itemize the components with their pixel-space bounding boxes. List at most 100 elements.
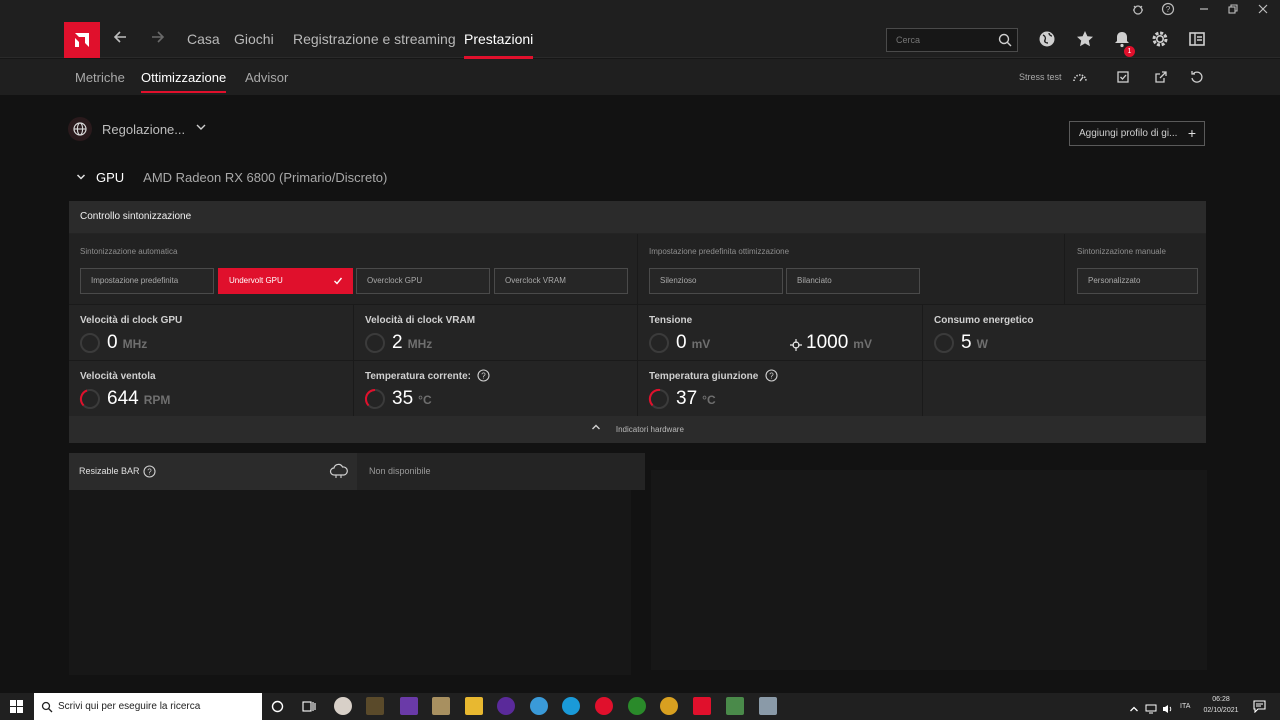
option-quiet[interactable]: Silenzioso [649, 268, 783, 294]
back-arrow-icon[interactable] [109, 28, 131, 50]
xbox-icon[interactable] [628, 697, 646, 715]
search-icon[interactable] [997, 32, 1013, 48]
volume-icon[interactable] [1162, 701, 1174, 719]
metric-unit: mV [853, 337, 872, 351]
option-custom[interactable]: Personalizzato [1077, 268, 1198, 294]
search-input[interactable] [887, 29, 987, 51]
option-overclock-vram[interactable]: Overclock VRAM [494, 268, 628, 294]
settings-gear-icon[interactable] [1150, 29, 1172, 51]
taskbar-search-placeholder: Scrivi qui per eseguire la ricerca [58, 701, 201, 712]
search-box [886, 28, 1018, 52]
chrome-browser-icon[interactable] [660, 697, 678, 715]
app-icon[interactable] [497, 697, 515, 715]
export-icon[interactable] [1153, 69, 1169, 85]
top-navigation: Casa Giochi Registrazione e streaming Pr… [0, 20, 1280, 59]
keyboard-language[interactable]: ITA [1180, 703, 1190, 710]
bug-report-icon[interactable] [1130, 2, 1146, 18]
checkmark-icon [333, 269, 343, 296]
app-icon[interactable] [432, 697, 450, 715]
app-icon[interactable] [759, 697, 777, 715]
gpu-label: GPU [96, 170, 125, 185]
network-icon[interactable] [1145, 701, 1157, 719]
windows-start-icon[interactable] [10, 700, 23, 718]
clock-date[interactable]: 02/10/2021 [1200, 707, 1242, 714]
nav-performance[interactable]: Prestazioni [464, 31, 534, 59]
sub-navigation: Metriche Ottimizzazione Advisor Stress t… [0, 59, 1280, 95]
panel-title: Controllo sintonizzazione [69, 201, 1206, 233]
metric-unit: MHz [407, 337, 433, 351]
section-title: Impostazione predefinita ottimizzazione [649, 247, 790, 256]
help-icon[interactable]: ? [1160, 2, 1176, 18]
metric-current-temperature: Temperatura corrente: ? 35 °C [354, 360, 637, 415]
gauge-icon [365, 333, 385, 353]
section-title: Sintonizzazione manuale [1077, 247, 1166, 256]
option-default[interactable]: Impostazione predefinita [80, 268, 214, 294]
amd-software-icon[interactable] [693, 697, 711, 715]
restore-icon[interactable] [1225, 2, 1241, 18]
action-center-icon[interactable] [1253, 700, 1266, 718]
task-view-icon[interactable] [302, 700, 316, 718]
windows-taskbar: Scrivi qui per eseguire la ricerca ITA 0… [0, 693, 1280, 720]
tab-metrics[interactable]: Metriche [75, 70, 125, 85]
option-undervolt-gpu[interactable]: Undervolt GPU [218, 268, 353, 294]
search-icon [41, 701, 53, 713]
gpu-header[interactable]: GPU AMD Radeon RX 6800 (Primario/Discret… [76, 170, 387, 185]
tab-advisor[interactable]: Advisor [245, 70, 288, 85]
edge-browser-icon[interactable] [562, 697, 580, 715]
minimize-icon[interactable] [1196, 2, 1212, 18]
svg-text:?: ? [769, 371, 774, 380]
app-icon[interactable] [400, 697, 418, 715]
app-icon[interactable] [726, 697, 744, 715]
option-balanced[interactable]: Bilanciato [786, 268, 920, 294]
stress-test-label[interactable]: Stress test [1019, 72, 1062, 82]
voltage-target-value: 1000 [806, 332, 849, 353]
help-icon[interactable]: ? [765, 369, 778, 382]
option-overclock-gpu[interactable]: Overclock GPU [356, 268, 490, 294]
cortana-icon[interactable] [271, 700, 284, 718]
forward-arrow-icon[interactable] [147, 28, 169, 50]
metric-value: 644 [107, 388, 139, 409]
close-icon[interactable] [1255, 2, 1271, 18]
amd-logo-icon[interactable] [64, 22, 100, 58]
chevron-down-icon[interactable] [76, 171, 86, 185]
hardware-indicators-toggle[interactable]: Indicatori hardware [69, 416, 1206, 443]
reset-icon[interactable] [1189, 69, 1205, 85]
opera-browser-icon[interactable] [595, 697, 613, 715]
resizable-bar-value: Non disponibile [369, 466, 431, 476]
auto-tuning-section: Sintonizzazione automatica Impostazione … [69, 234, 637, 304]
nav-recording-streaming[interactable]: Registrazione e streaming [293, 31, 456, 47]
taskbar-search-box[interactable]: Scrivi qui per eseguire la ricerca [34, 693, 262, 720]
title-bar: ? [0, 0, 1280, 20]
app-icon[interactable] [530, 697, 548, 715]
layout-panel-icon[interactable] [1187, 29, 1209, 51]
hardware-indicators-label: Indicatori hardware [615, 425, 684, 434]
app-icon[interactable] [366, 697, 384, 715]
gauge-icon [80, 333, 100, 353]
help-icon[interactable]: ? [477, 369, 490, 382]
cloud-brain-icon [329, 463, 348, 478]
gauge-icon [79, 389, 100, 409]
apply-changes-icon[interactable] [1115, 69, 1131, 85]
profile-selector[interactable]: Regolazione... [68, 117, 207, 141]
favorites-star-icon[interactable] [1075, 29, 1097, 51]
metric-voltage: Tensione 0 mV 1000 mV [638, 304, 922, 359]
chevron-up-icon [591, 424, 604, 435]
tray-chevron-up-icon[interactable] [1129, 701, 1139, 719]
profile-selector-label: Regolazione... [102, 121, 186, 137]
help-icon[interactable]: ? [143, 465, 156, 478]
nav-home[interactable]: Casa [187, 31, 220, 47]
globe-icon[interactable] [1037, 29, 1059, 51]
tab-tuning[interactable]: Ottimizzazione [141, 70, 227, 93]
nav-games[interactable]: Giochi [234, 31, 274, 47]
stress-test-gauge-icon[interactable] [1072, 69, 1088, 85]
add-game-profile-button[interactable]: Aggiungi profilo di gi... + [1069, 121, 1205, 146]
background-panel [651, 470, 1207, 670]
metric-gpu-clock: Velocità di clock GPU 0 MHz [69, 304, 353, 359]
app-icon[interactable] [334, 697, 352, 715]
svg-text:?: ? [1166, 5, 1171, 14]
resizable-bar-label: Resizable BAR [79, 466, 140, 476]
metric-unit: MHz [122, 337, 148, 351]
gauge-icon [648, 388, 669, 409]
clock-time[interactable]: 06:28 [1200, 696, 1242, 703]
file-explorer-icon[interactable] [465, 697, 483, 715]
